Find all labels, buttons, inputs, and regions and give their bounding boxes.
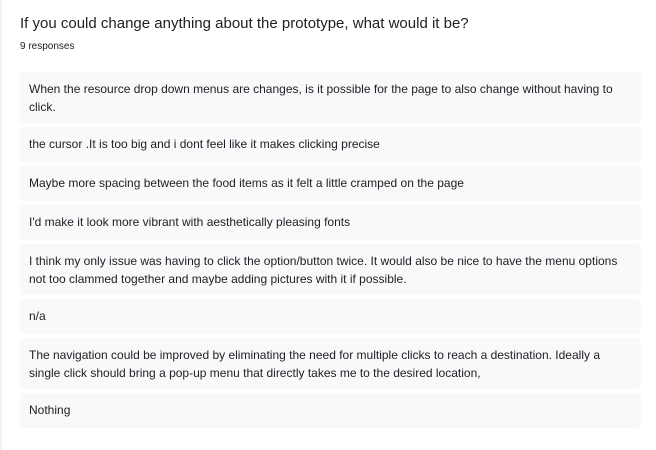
response-list: When the resource drop down menus are ch… [20,72,641,432]
response-item: Nothing [20,393,641,428]
response-item: The navigation could be improved by elim… [20,338,641,389]
card-edge [0,0,2,450]
question-title: If you could change anything about the p… [20,15,469,32]
response-item: the cursor .It is too big and i dont fee… [20,127,641,162]
response-item: n/a [20,299,641,334]
response-count: 9 responses [20,41,75,52]
question-card: If you could change anything about the p… [0,0,656,450]
response-item: I think my only issue was having to clic… [20,244,641,295]
response-item: Maybe more spacing between the food item… [20,166,641,201]
response-item: When the resource drop down menus are ch… [20,72,641,123]
response-item: I'd make it look more vibrant with aesth… [20,205,641,240]
